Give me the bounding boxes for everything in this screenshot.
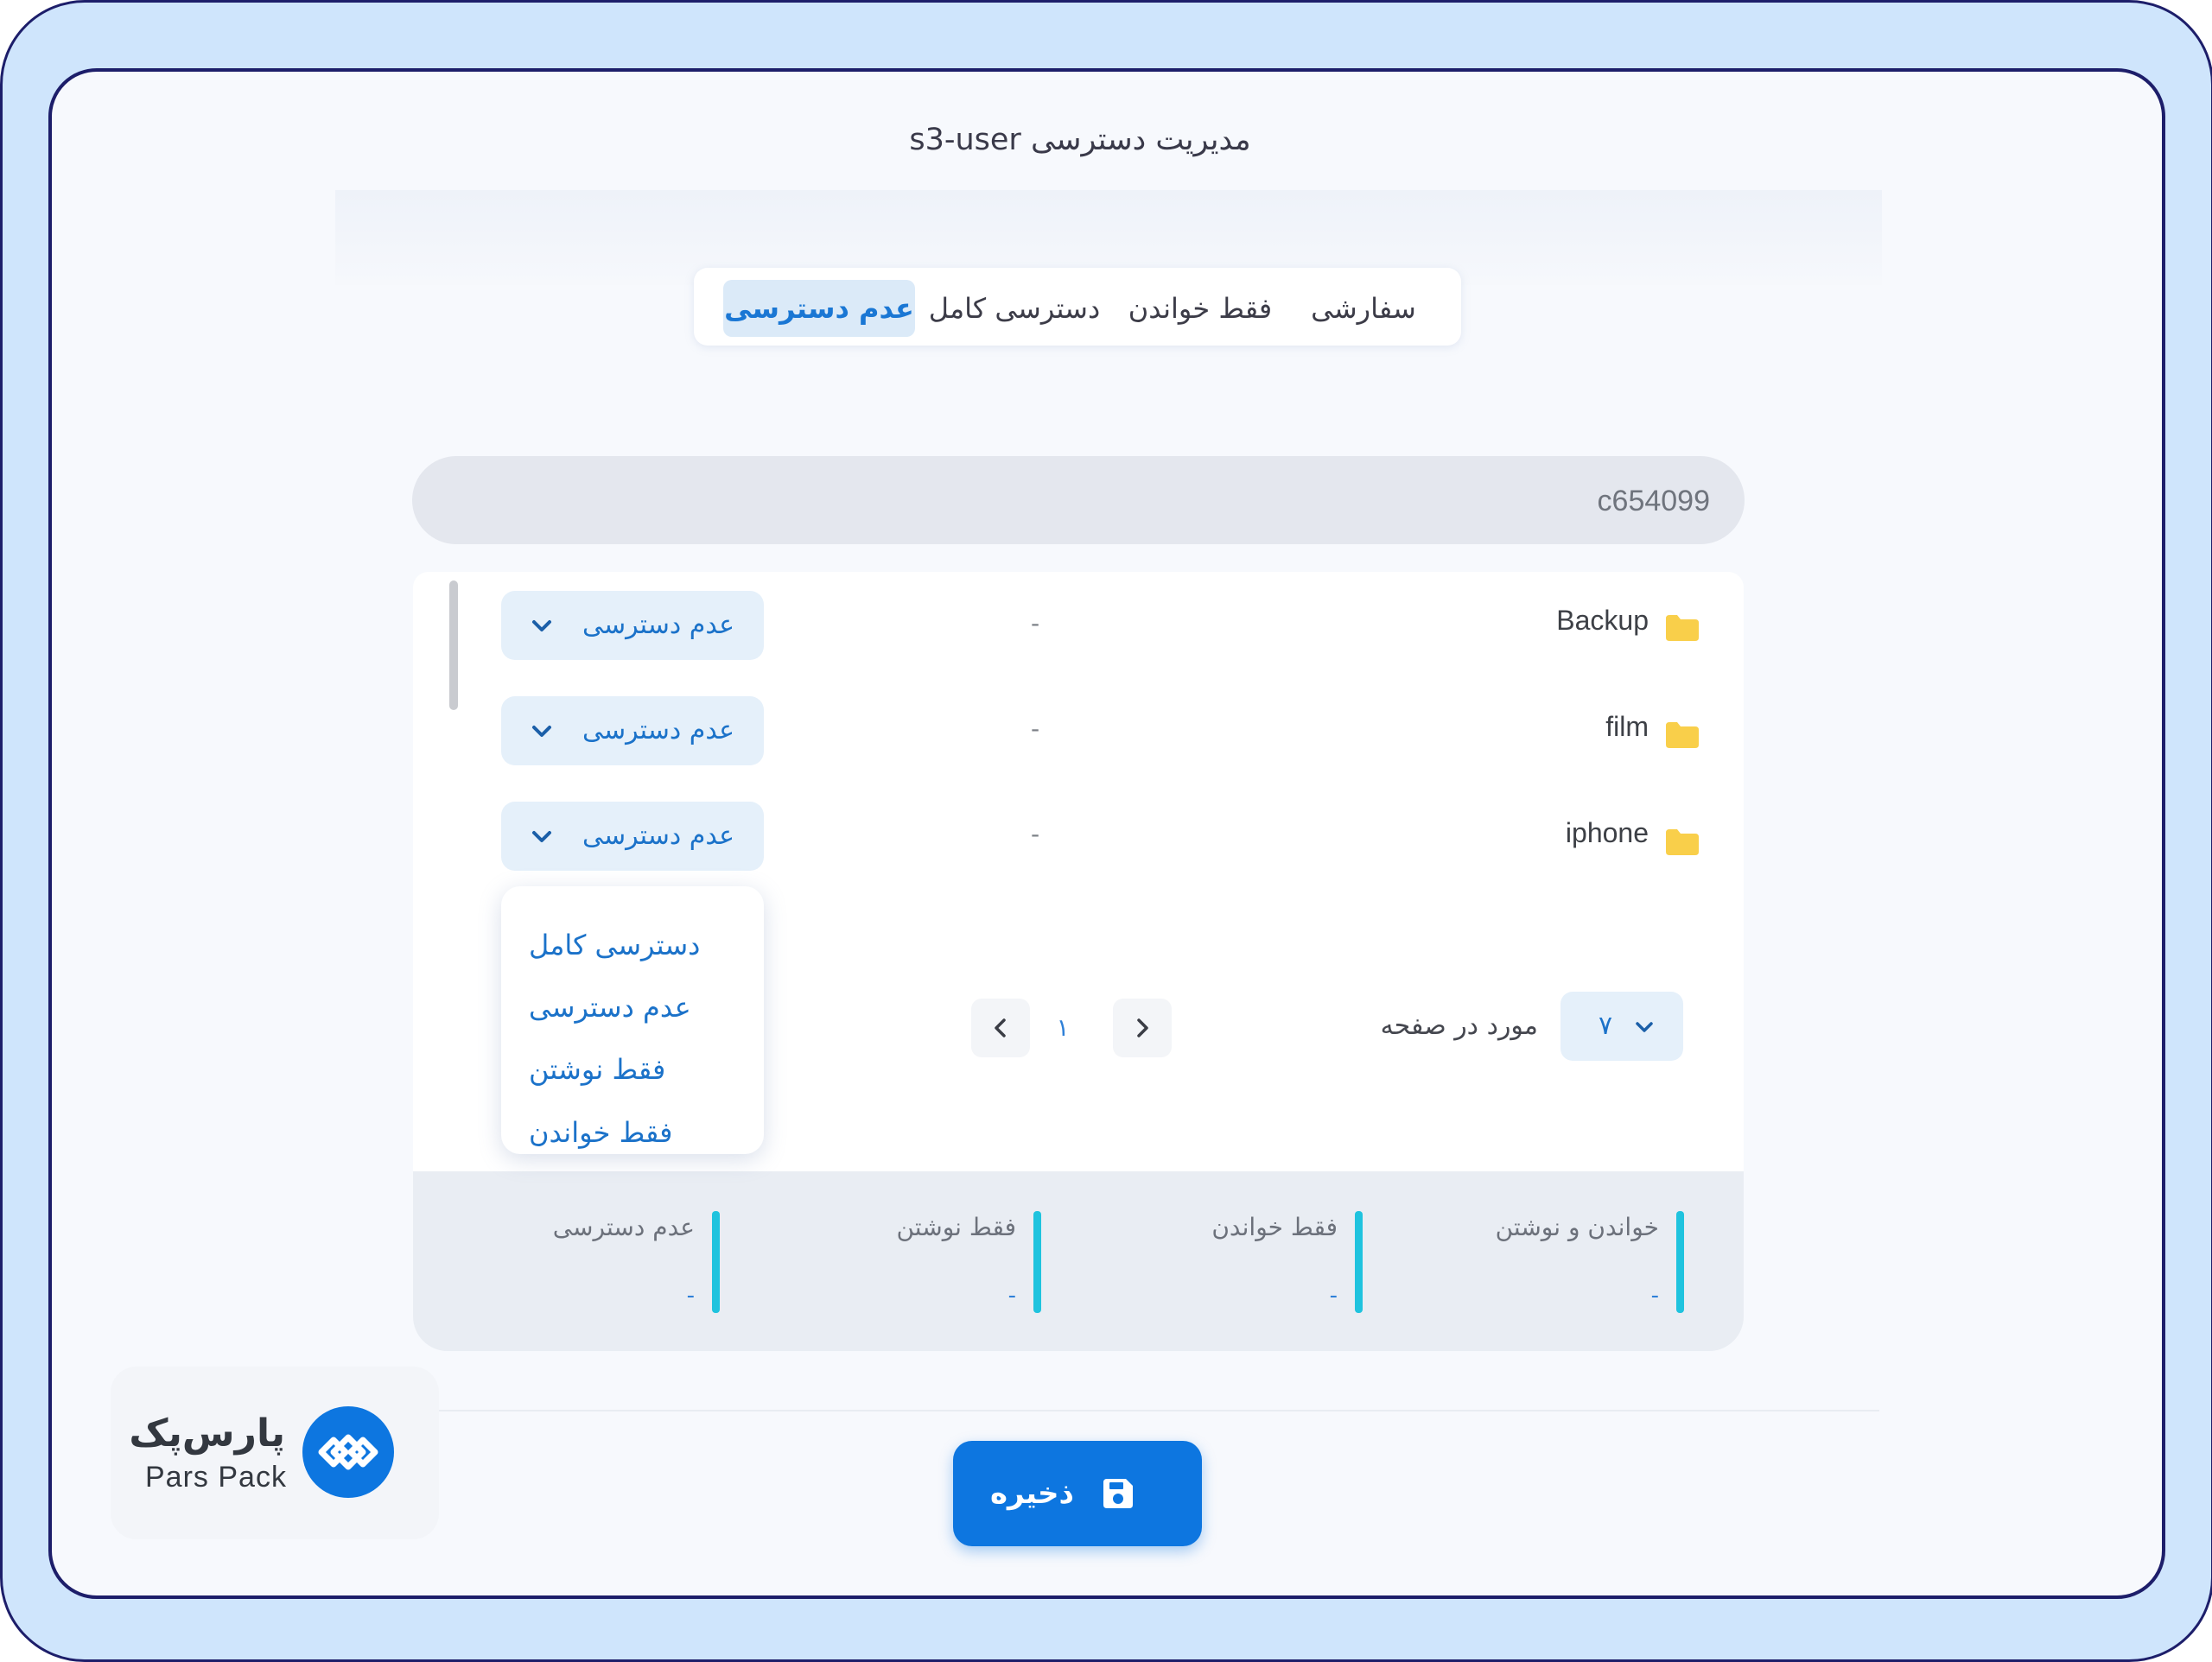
tab-no-access[interactable]: عدم دسترسی	[723, 280, 915, 337]
folder-icon	[1666, 615, 1699, 641]
stat-value-read-only: -	[1329, 1283, 1338, 1309]
menu-item-full-access[interactable]: دسترسی کامل	[529, 921, 745, 969]
folder-detail: -	[1030, 820, 1040, 848]
tab-read-only[interactable]: فقط خواندن	[1124, 280, 1276, 337]
permission-select-label: عدم دسترسی	[582, 610, 734, 640]
folder-icon	[1666, 722, 1699, 748]
tab-custom[interactable]: سفارشی	[1299, 280, 1428, 337]
folder-name: film	[1605, 711, 1649, 742]
folder-name: Backup	[1556, 605, 1649, 636]
permission-select-label: عدم دسترسی	[582, 821, 734, 851]
parspack-logo-icon	[302, 1406, 394, 1498]
stat-label-no-access: عدم دسترسی	[552, 1213, 695, 1241]
tab-full-access[interactable]: دسترسی کامل	[925, 280, 1103, 337]
stat-accent-bar	[1033, 1211, 1041, 1313]
page-title: مدیریت دسترسی s3-user	[909, 123, 1251, 157]
permission-select[interactable]: عدم دسترسی	[501, 696, 764, 765]
per-page-value: ۷	[1599, 1011, 1613, 1041]
current-page-number[interactable]: ۱	[1046, 999, 1080, 1057]
brand-name-en: Pars Pack	[145, 1461, 287, 1494]
folder-icon	[1666, 829, 1699, 855]
folder-detail: -	[1030, 609, 1040, 638]
permission-dropdown-menu: دسترسی کامل عدم دسترسی فقط نوشتن فقط خوا…	[501, 886, 764, 1154]
permission-select[interactable]: عدم دسترسی	[501, 802, 764, 871]
chevron-left-icon	[995, 1018, 1006, 1037]
stat-label-write-only: فقط نوشتن	[896, 1213, 1016, 1241]
scrollbar-thumb[interactable]	[449, 580, 458, 710]
chevron-right-icon	[1137, 1018, 1148, 1037]
chevron-down-icon	[532, 726, 551, 737]
menu-item-no-access[interactable]: عدم دسترسی	[529, 983, 745, 1031]
stat-value-write-only: -	[1007, 1283, 1016, 1309]
search-input[interactable]	[447, 456, 1712, 546]
folder-name: iphone	[1565, 817, 1649, 848]
permission-summary	[413, 1171, 1744, 1351]
stat-accent-bar	[1676, 1211, 1684, 1313]
bucket-search-field[interactable]	[412, 456, 1745, 546]
next-page-button[interactable]	[1113, 999, 1172, 1057]
menu-item-read-only[interactable]: فقط خواندن	[529, 1108, 745, 1157]
stat-label-read-only: فقط خواندن	[1211, 1213, 1338, 1241]
stat-accent-bar	[712, 1211, 720, 1313]
chevron-down-icon	[532, 831, 551, 842]
prev-page-button[interactable]	[971, 999, 1030, 1057]
stat-accent-bar	[1355, 1211, 1363, 1313]
permission-select[interactable]: عدم دسترسی	[501, 591, 764, 660]
permission-select-label: عدم دسترسی	[582, 715, 734, 745]
per-page-label: مورد در صفحه	[1380, 1011, 1538, 1041]
save-button[interactable]: ذخیره	[953, 1441, 1202, 1546]
chevron-down-icon	[1636, 1022, 1653, 1032]
menu-item-write-only[interactable]: فقط نوشتن	[529, 1045, 745, 1094]
per-page-select[interactable]: ۷	[1560, 992, 1683, 1061]
save-button-label: ذخیره	[989, 1476, 1074, 1511]
permission-tabs: عدم دسترسی دسترسی کامل فقط خواندن سفارشی	[694, 268, 1461, 346]
stat-value-read-write: -	[1650, 1283, 1659, 1309]
save-icon	[1103, 1479, 1133, 1508]
stat-label-read-write: خواندن و نوشتن	[1495, 1213, 1659, 1241]
chevron-down-icon	[532, 620, 551, 631]
footer-divider	[436, 1410, 1879, 1411]
stat-value-no-access: -	[686, 1283, 695, 1309]
brand-name-fa: پارس‌پک	[129, 1411, 285, 1456]
folder-detail: -	[1030, 714, 1040, 743]
